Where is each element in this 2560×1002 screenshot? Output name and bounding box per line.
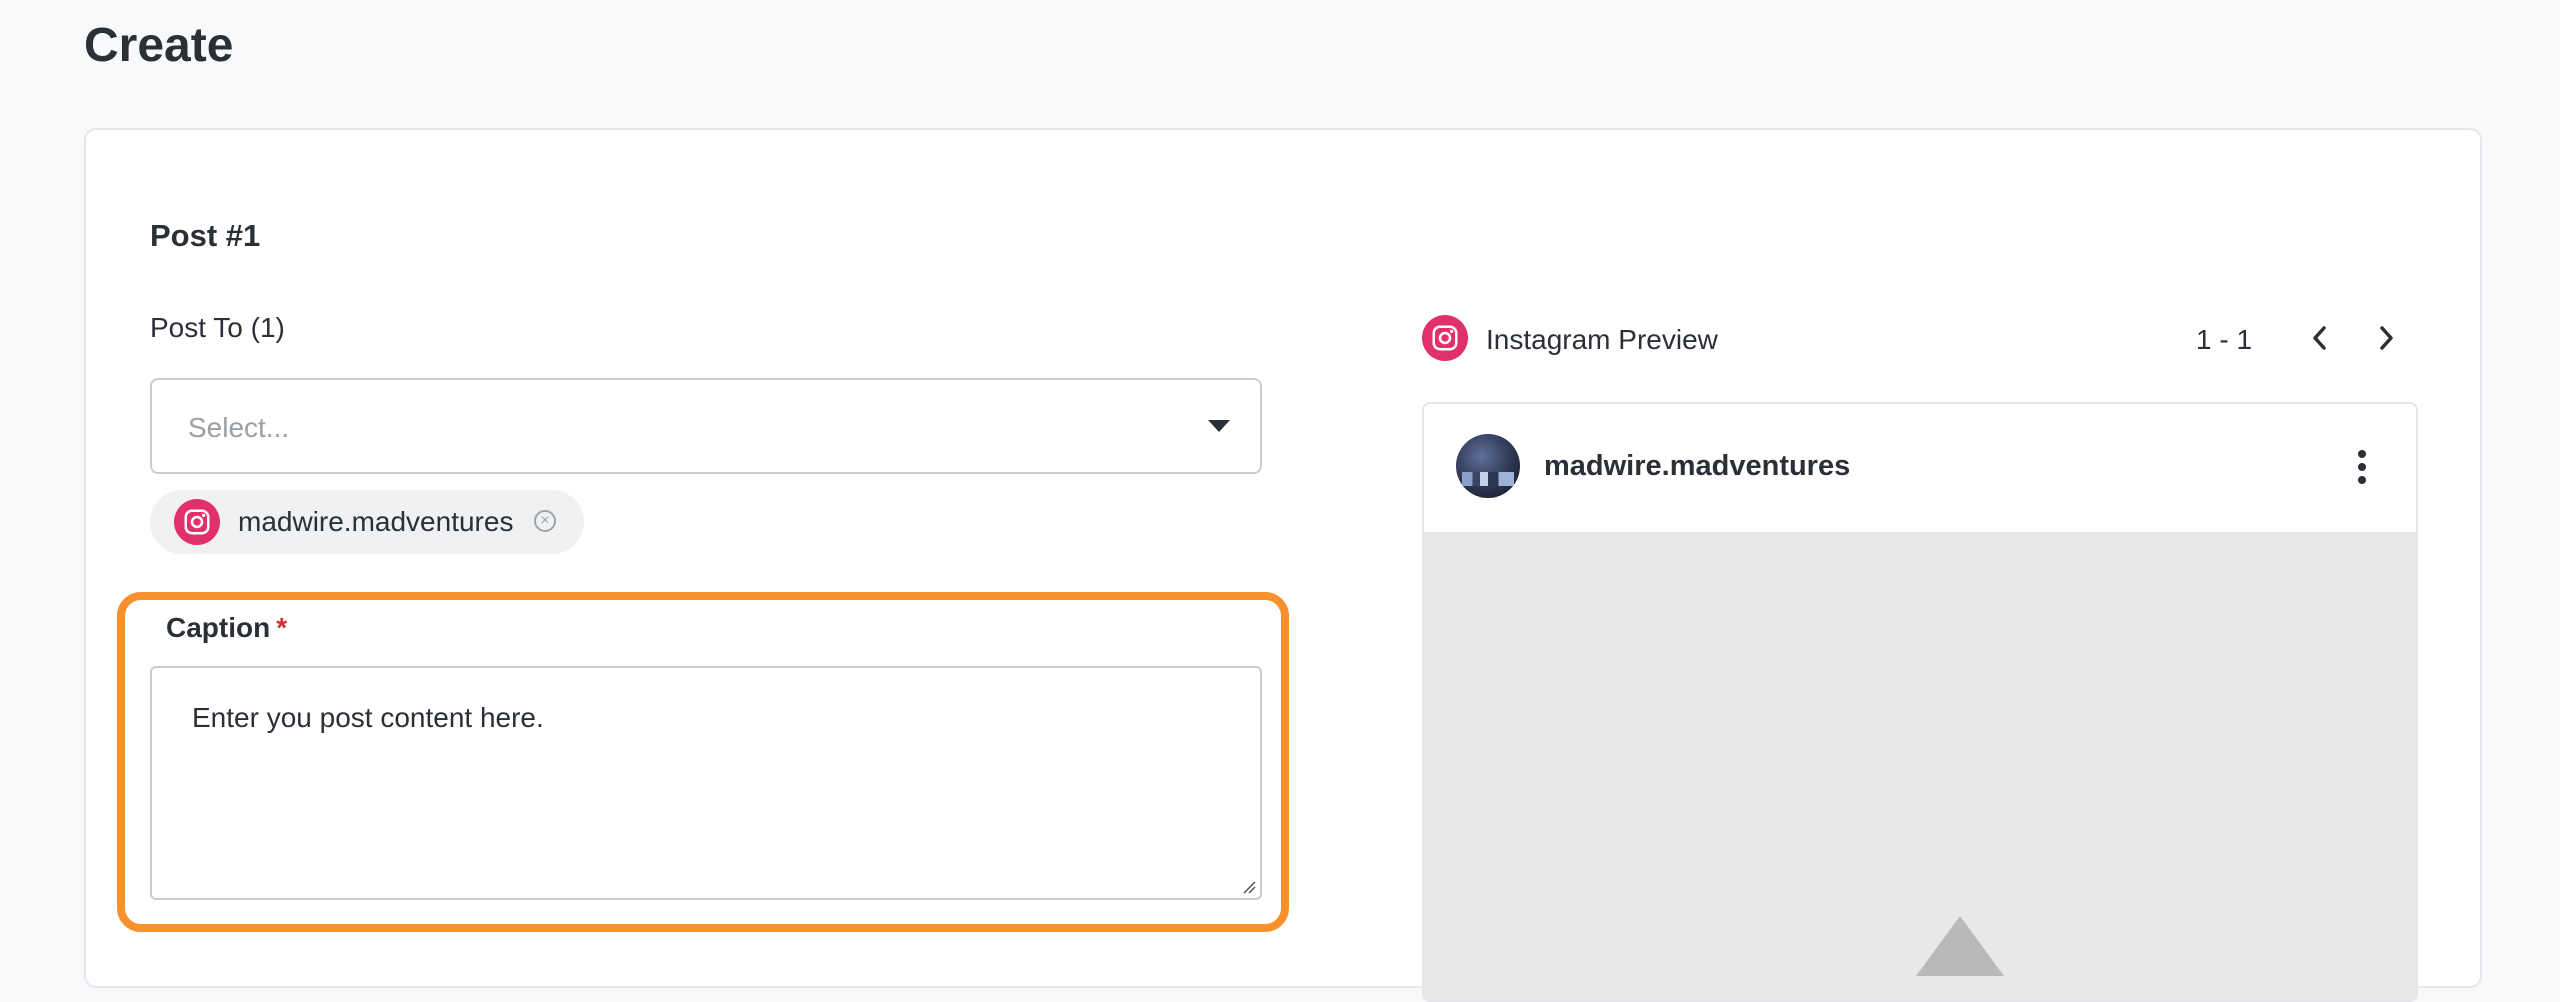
required-marker: * xyxy=(276,612,288,643)
post-to-label: Post To (1) xyxy=(150,312,285,343)
pager-count: 1 - 1 xyxy=(2196,324,2253,355)
image-placeholder-icon xyxy=(1916,916,2004,976)
select-placeholder: Select... xyxy=(188,412,290,443)
prev-button[interactable] xyxy=(2300,318,2340,358)
next-button[interactable] xyxy=(2366,318,2406,358)
account-select[interactable]: Select... xyxy=(150,378,1262,474)
chevron-right-icon xyxy=(2380,326,2393,350)
preview-image-placeholder xyxy=(1424,532,2416,1000)
instagram-icon xyxy=(174,499,220,545)
chip-label: madwire.madventures xyxy=(238,506,514,537)
more-options-icon[interactable] xyxy=(2356,450,2368,484)
instagram-preview-card: madwire.madventures xyxy=(1422,402,2418,1002)
preview-title: Instagram Preview xyxy=(1486,324,1718,355)
close-icon[interactable]: × xyxy=(534,510,556,532)
avatar xyxy=(1456,434,1520,498)
caption-text: Enter you post content here. xyxy=(192,702,544,733)
page-title: Create xyxy=(84,19,234,72)
account-chip: madwire.madventures × xyxy=(150,490,584,554)
preview-username: madwire.madventures xyxy=(1544,450,1851,482)
resize-handle-icon[interactable] xyxy=(1242,880,1256,894)
caret-down-icon[interactable] xyxy=(1208,420,1230,432)
post-title: Post #1 xyxy=(150,218,261,253)
avatar-image xyxy=(1462,472,1514,486)
preview-header: madwire.madventures xyxy=(1424,404,2416,532)
caption-textarea[interactable]: Enter you post content here. xyxy=(150,666,1262,900)
chevron-left-icon xyxy=(2313,326,2326,350)
caption-label-text: Caption xyxy=(166,612,271,643)
instagram-icon xyxy=(1422,315,1468,361)
caption-label: Caption * xyxy=(166,612,287,644)
